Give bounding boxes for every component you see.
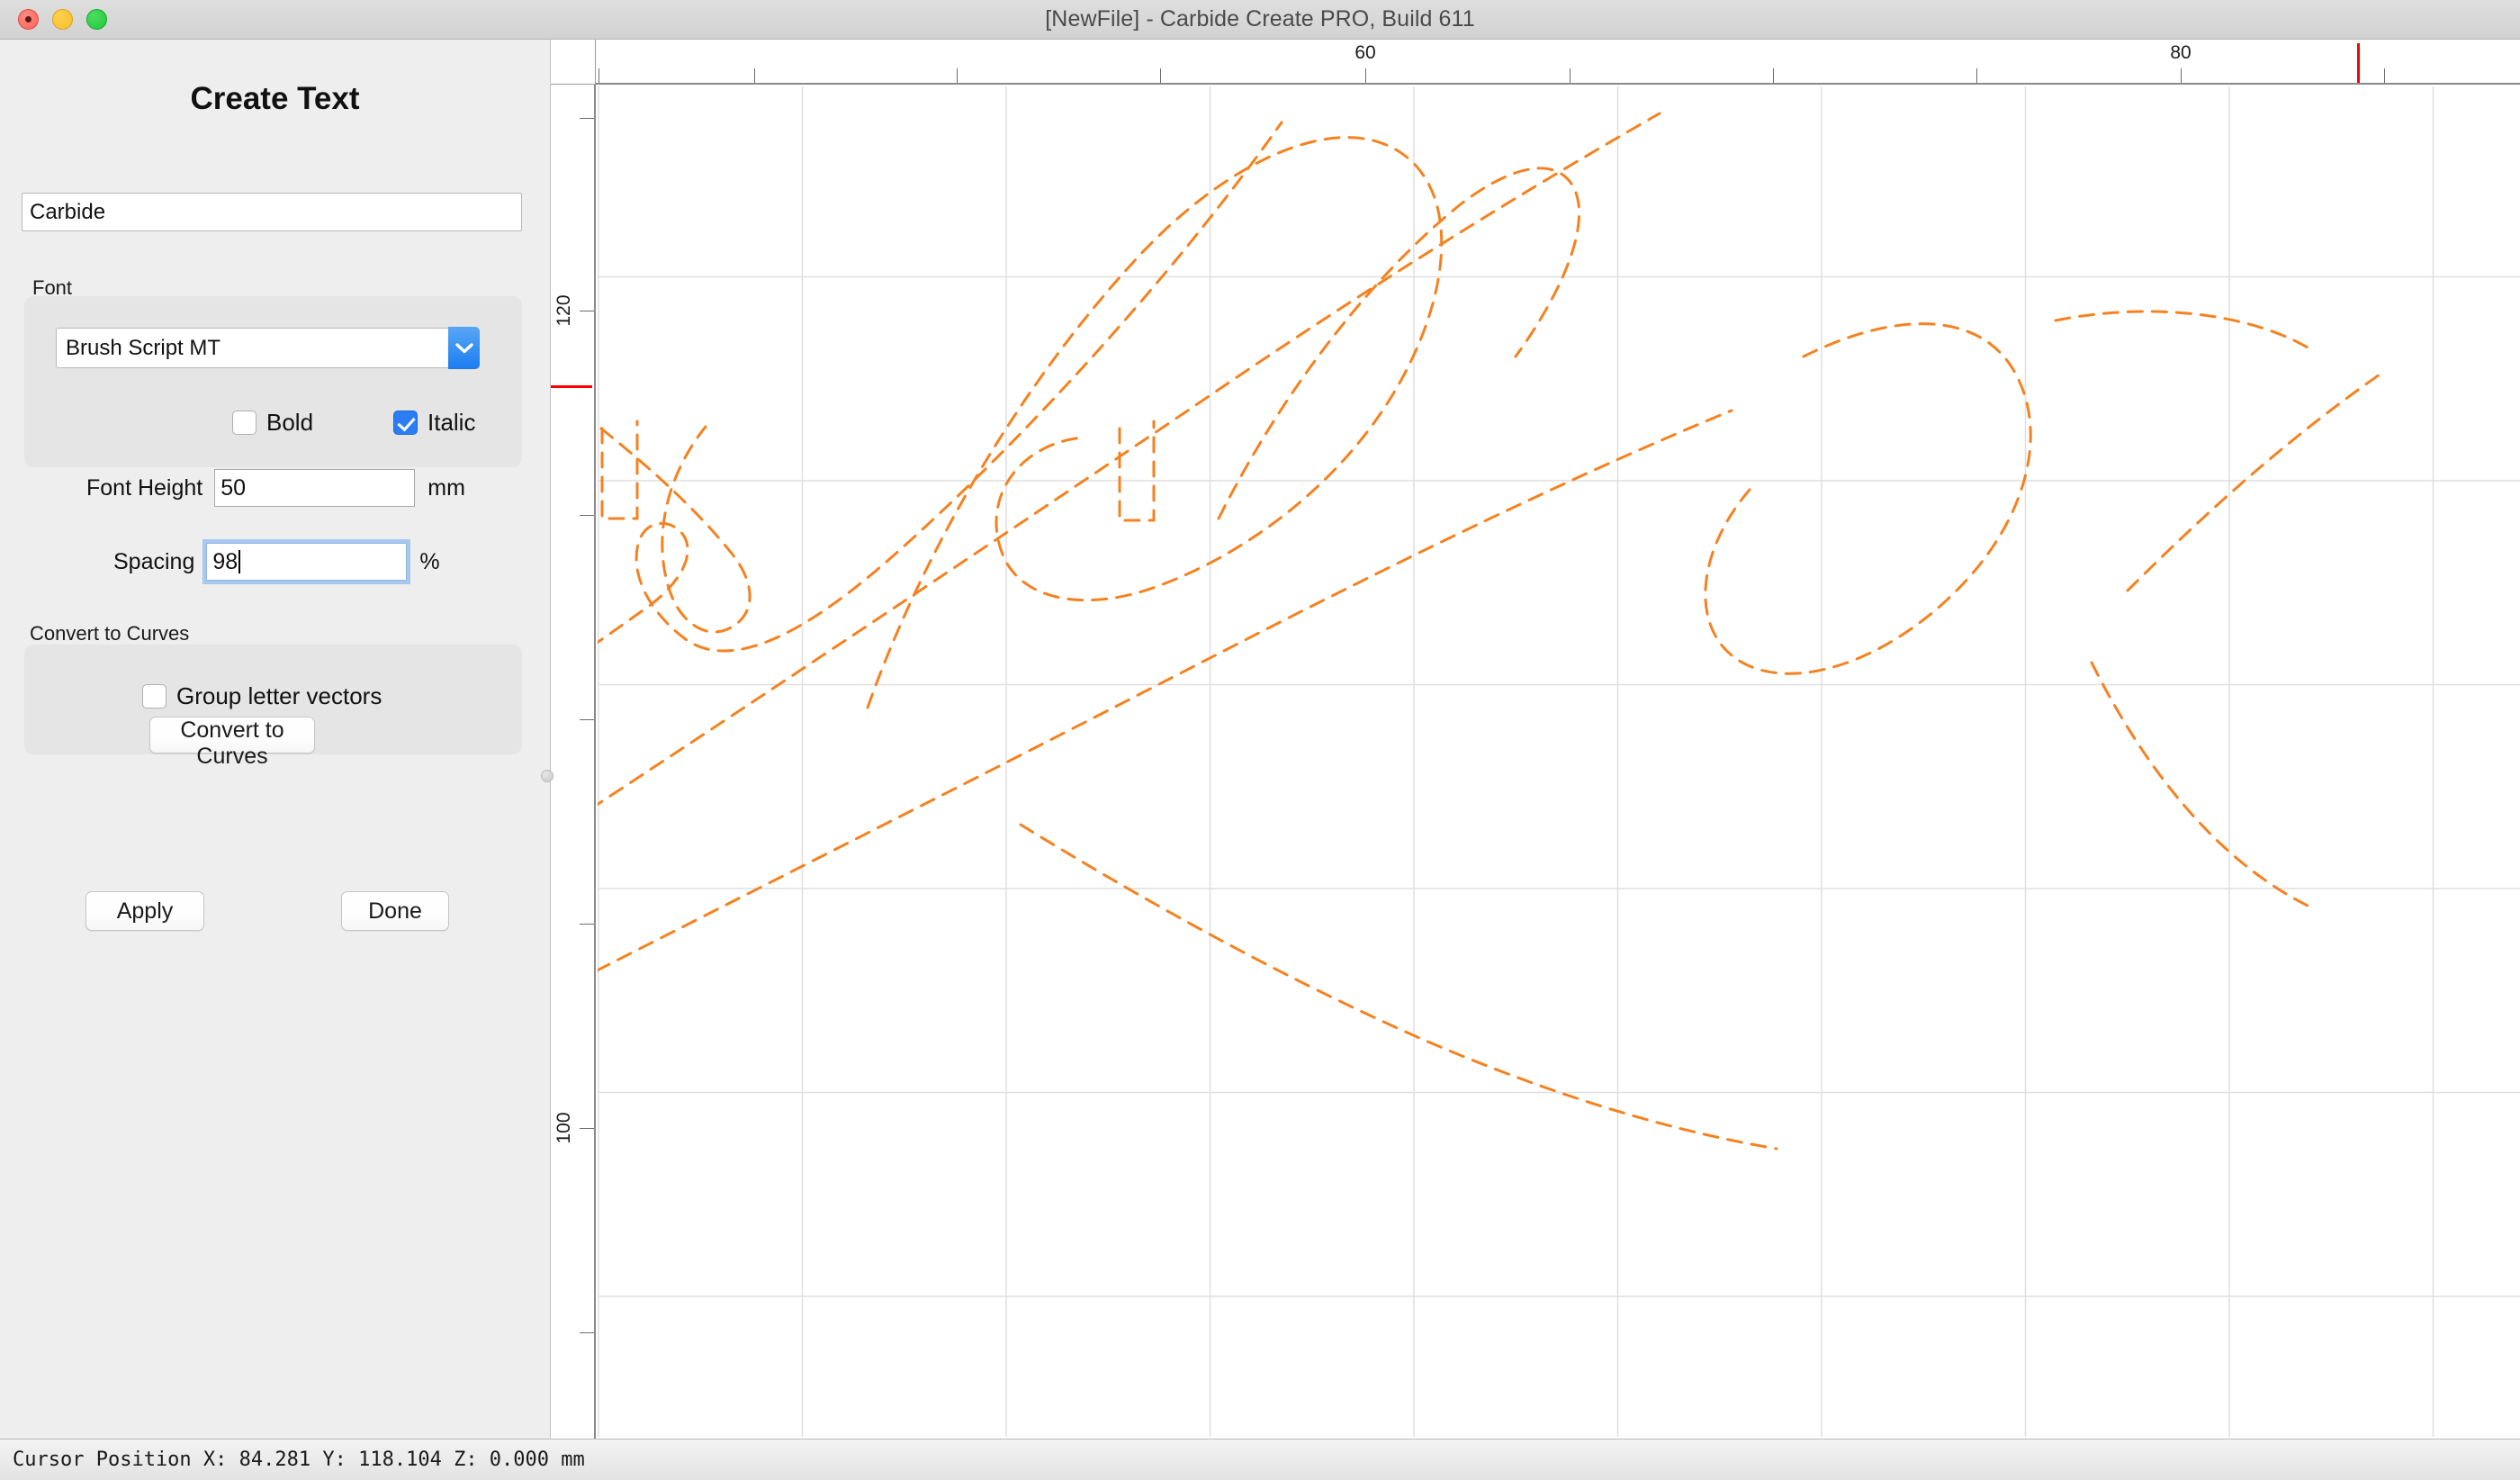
vector-path[interactable] (2054, 310, 2309, 349)
ruler-label: 80 (2170, 42, 2192, 63)
create-text-panel: Create Text Carbide Font Brush Script MT… (0, 40, 554, 1439)
canvas-viewport[interactable] (598, 86, 2520, 1439)
ruler-tick (1160, 68, 1161, 83)
font-height-label: Font Height (86, 474, 203, 501)
italic-label: Italic (428, 409, 476, 436)
vector-path[interactable] (2090, 661, 2309, 907)
ruler-tick (957, 68, 958, 83)
vector-path[interactable] (1118, 420, 1156, 522)
spacing-input[interactable]: 98 (202, 539, 411, 584)
cursor-position-readout: Cursor Position X: 84.281 Y: 118.104 Z: … (13, 1448, 585, 1471)
app-window: [NewFile] - Carbide Create PRO, Build 61… (0, 0, 2520, 1480)
group-letter-vectors-checkbox[interactable] (142, 684, 166, 708)
italic-checkbox-row[interactable]: Italic (393, 409, 475, 437)
vector-path[interactable] (1217, 167, 1581, 520)
bold-checkbox-row[interactable]: Bold (232, 409, 313, 437)
panel-splitter-handle[interactable] (541, 770, 554, 782)
status-bar: Cursor Position X: 84.281 Y: 118.104 Z: … (0, 1439, 2520, 1480)
title-bar: [NewFile] - Carbide Create PRO, Build 61… (0, 0, 2520, 40)
ruler-tick (754, 68, 755, 83)
convert-curves-group-label: Convert to Curves (30, 622, 190, 645)
convert-to-curves-button[interactable]: Convert to Curves (149, 717, 315, 769)
page-title: Create Text (190, 81, 360, 116)
design-canvas-area[interactable]: 60 80 120 100 (551, 40, 2520, 1439)
bold-label: Bold (266, 409, 314, 436)
apply-button[interactable]: Apply (86, 891, 204, 931)
vector-path[interactable] (599, 425, 752, 634)
spacing-row: Spacing 98 % (113, 539, 440, 584)
vector-path[interactable] (1019, 823, 1778, 1151)
ruler-tick (1976, 68, 1977, 83)
vector-path[interactable] (1704, 322, 2032, 675)
ruler-corner (551, 40, 596, 85)
ruler-tick (580, 515, 594, 516)
ruler-tick (598, 68, 599, 83)
font-family-select[interactable]: Brush Script MT (56, 328, 479, 368)
font-height-input[interactable]: 50 (214, 469, 416, 507)
spacing-value: 98 (212, 549, 238, 574)
chevron-down-icon[interactable] (448, 327, 480, 369)
group-letter-vectors-row[interactable]: Group letter vectors (142, 682, 382, 710)
vertical-ruler[interactable]: 120 100 (551, 85, 596, 1439)
vector-path[interactable] (598, 121, 1283, 789)
italic-checkbox[interactable] (393, 411, 418, 435)
text-caret (238, 550, 241, 573)
ruler-label: 120 (554, 294, 574, 327)
vector-path[interactable] (598, 409, 1733, 1104)
font-group-box (24, 296, 522, 467)
font-height-unit: mm (428, 474, 465, 501)
ruler-tick (580, 719, 594, 720)
spacing-label: Spacing (113, 548, 195, 574)
ruler-tick (580, 118, 594, 119)
ruler-tick (580, 1128, 594, 1129)
bold-checkbox[interactable] (232, 411, 256, 435)
ruler-tick (1773, 68, 1774, 83)
group-letter-vectors-label: Group letter vectors (176, 682, 382, 709)
ruler-tick (580, 1332, 594, 1333)
ruler-tick (2181, 68, 2182, 83)
vector-path[interactable] (2126, 373, 2381, 592)
ruler-tick (2384, 68, 2385, 83)
vector-path[interactable] (598, 112, 1661, 969)
ruler-label: 100 (554, 1112, 574, 1144)
font-height-row: Font Height 50 mm (86, 469, 465, 507)
horizontal-ruler[interactable]: 60 80 (596, 40, 2520, 85)
ruler-label: 60 (1354, 42, 1376, 63)
ruler-tick (1365, 68, 1366, 83)
vector-path[interactable] (600, 420, 639, 520)
text-content-input[interactable]: Carbide (22, 193, 522, 231)
main-split: Create Text Carbide Font Brush Script MT… (0, 40, 2520, 1439)
spacing-unit: % (419, 548, 440, 574)
text-vector-outline[interactable] (598, 86, 2520, 1437)
ruler-cursor-marker-x (2357, 43, 2360, 83)
done-button[interactable]: Done (341, 891, 449, 931)
window-title: [NewFile] - Carbide Create PRO, Build 61… (1045, 6, 1475, 32)
ruler-cursor-marker-y (551, 385, 592, 388)
ruler-tick (580, 924, 594, 925)
